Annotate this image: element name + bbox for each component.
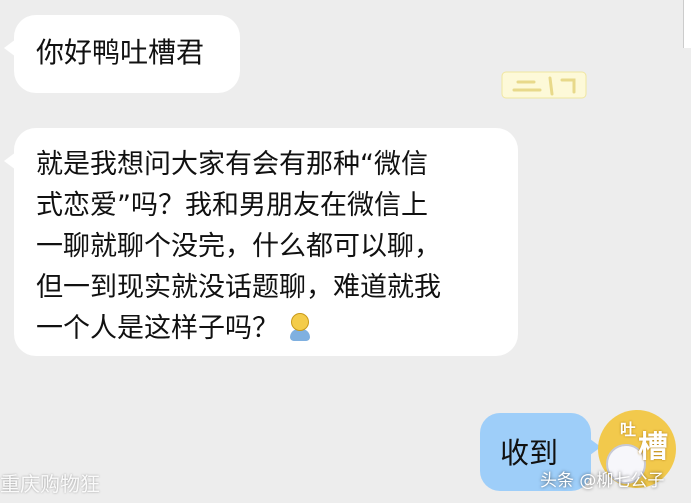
message-text: 你好鸭吐槽君 [36, 36, 205, 69]
avatar-label-big: 槽 [638, 430, 668, 465]
message-text: 就是我想问大家有会有那种“微信 式恋爱”吗？我和男朋友在微信上 一聊就聊个没完，… [36, 149, 441, 344]
avatar-label-small: 吐 [620, 420, 637, 439]
message-text: 收到 [500, 436, 559, 470]
message-bubble-question[interactable]: 就是我想问大家有会有那种“微信 式恋爱”吗？我和男朋友在微信上 一聊就聊个没完，… [4, 128, 518, 356]
watermark-left: 重庆购物狂 [0, 472, 100, 496]
chat-screen: 你好鸭吐槽君 就是我想问大家有会有那种“微信 式恋爱”吗？我和男朋友在微信上 一… [0, 0, 691, 503]
sticker-icon [501, 71, 587, 99]
shy-emoji-icon [287, 313, 313, 343]
scroll-edge [683, 0, 691, 48]
watermark-right: 头条 @柳七公子 [540, 471, 665, 491]
message-bubble-greeting[interactable]: 你好鸭吐槽君 [4, 15, 240, 93]
